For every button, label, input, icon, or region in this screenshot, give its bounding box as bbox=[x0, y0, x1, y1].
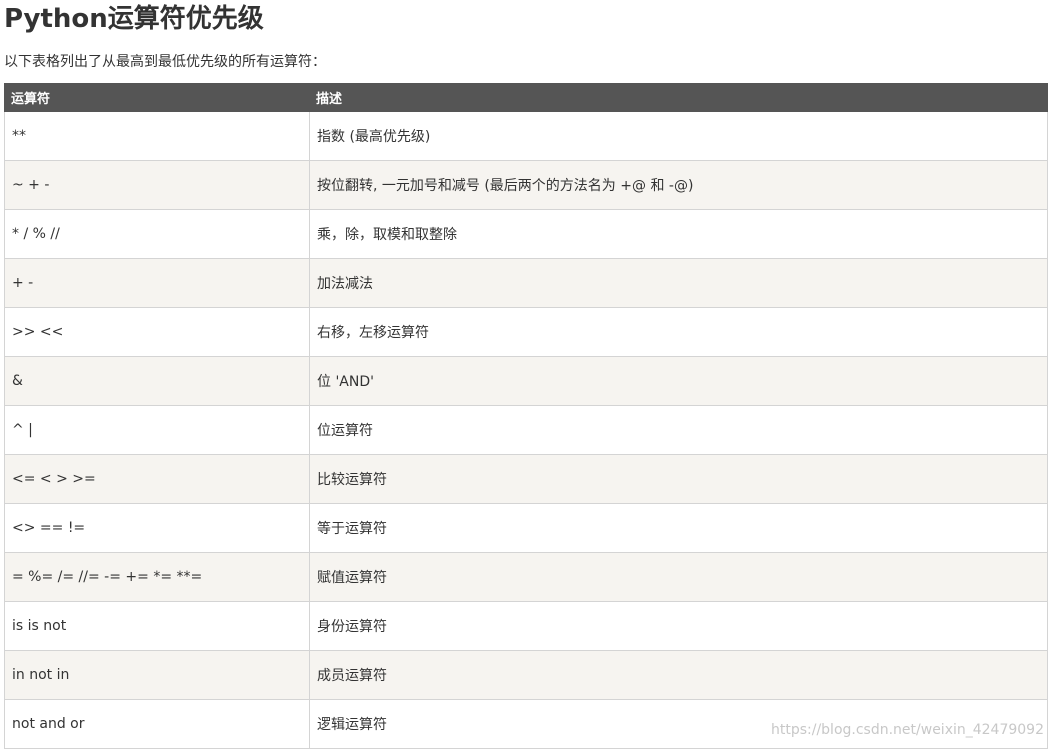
description-cell: 位运算符 bbox=[309, 405, 1048, 455]
table-row: >> << 右移，左移运算符 bbox=[4, 307, 1048, 357]
operator-cell: + - bbox=[4, 258, 310, 308]
operator-cell: * / % // bbox=[4, 209, 310, 259]
operator-precedence-table: 运算符 描述 ** 指数 (最高优先级) ~ + - 按位翻转, 一元加号和减号… bbox=[4, 83, 1048, 749]
operator-cell: ** bbox=[4, 111, 310, 161]
description-cell: 指数 (最高优先级) bbox=[309, 111, 1048, 161]
table-header-row: 运算符 描述 bbox=[4, 83, 1048, 112]
operator-cell: ^ | bbox=[4, 405, 310, 455]
table-row: in not in 成员运算符 bbox=[4, 650, 1048, 700]
table-row: ** 指数 (最高优先级) bbox=[4, 111, 1048, 161]
table-row: is is not 身份运算符 bbox=[4, 601, 1048, 651]
column-header-operator: 运算符 bbox=[4, 83, 310, 112]
description-cell: 按位翻转, 一元加号和减号 (最后两个的方法名为 +@ 和 -@) bbox=[309, 160, 1048, 210]
description-cell: 加法减法 bbox=[309, 258, 1048, 308]
table-row: + - 加法减法 bbox=[4, 258, 1048, 308]
operator-cell: ~ + - bbox=[4, 160, 310, 210]
intro-text: 以下表格列出了从最高到最低优先级的所有运算符： bbox=[4, 54, 326, 70]
table-row: ^ | 位运算符 bbox=[4, 405, 1048, 455]
operator-cell: is is not bbox=[4, 601, 310, 651]
table-row: * / % // 乘，除，取模和取整除 bbox=[4, 209, 1048, 259]
description-cell: 成员运算符 bbox=[309, 650, 1048, 700]
watermark-text: https://blog.csdn.net/weixin_42479092 bbox=[770, 722, 1044, 738]
description-cell: 赋值运算符 bbox=[309, 552, 1048, 602]
table-row: ~ + - 按位翻转, 一元加号和减号 (最后两个的方法名为 +@ 和 -@) bbox=[4, 160, 1048, 210]
operator-cell: >> << bbox=[4, 307, 310, 357]
table-row: & 位 'AND' bbox=[4, 356, 1048, 406]
operator-cell: <= < > >= bbox=[4, 454, 310, 504]
operator-cell: & bbox=[4, 356, 310, 406]
operator-cell: <> == != bbox=[4, 503, 310, 553]
operator-cell: = %= /= //= -= += *= **= bbox=[4, 552, 310, 602]
description-cell: 右移，左移运算符 bbox=[309, 307, 1048, 357]
table-row: <= < > >= 比较运算符 bbox=[4, 454, 1048, 504]
description-cell: 比较运算符 bbox=[309, 454, 1048, 504]
column-header-description: 描述 bbox=[309, 83, 1048, 112]
page-title: Python运算符优先级 bbox=[4, 4, 264, 34]
operator-cell: not and or bbox=[4, 699, 310, 749]
description-cell: 身份运算符 bbox=[309, 601, 1048, 651]
description-cell: 乘，除，取模和取整除 bbox=[309, 209, 1048, 259]
table-row: <> == != 等于运算符 bbox=[4, 503, 1048, 553]
operator-cell: in not in bbox=[4, 650, 310, 700]
description-cell: 位 'AND' bbox=[309, 356, 1048, 406]
description-cell: 等于运算符 bbox=[309, 503, 1048, 553]
table-row: = %= /= //= -= += *= **= 赋值运算符 bbox=[4, 552, 1048, 602]
